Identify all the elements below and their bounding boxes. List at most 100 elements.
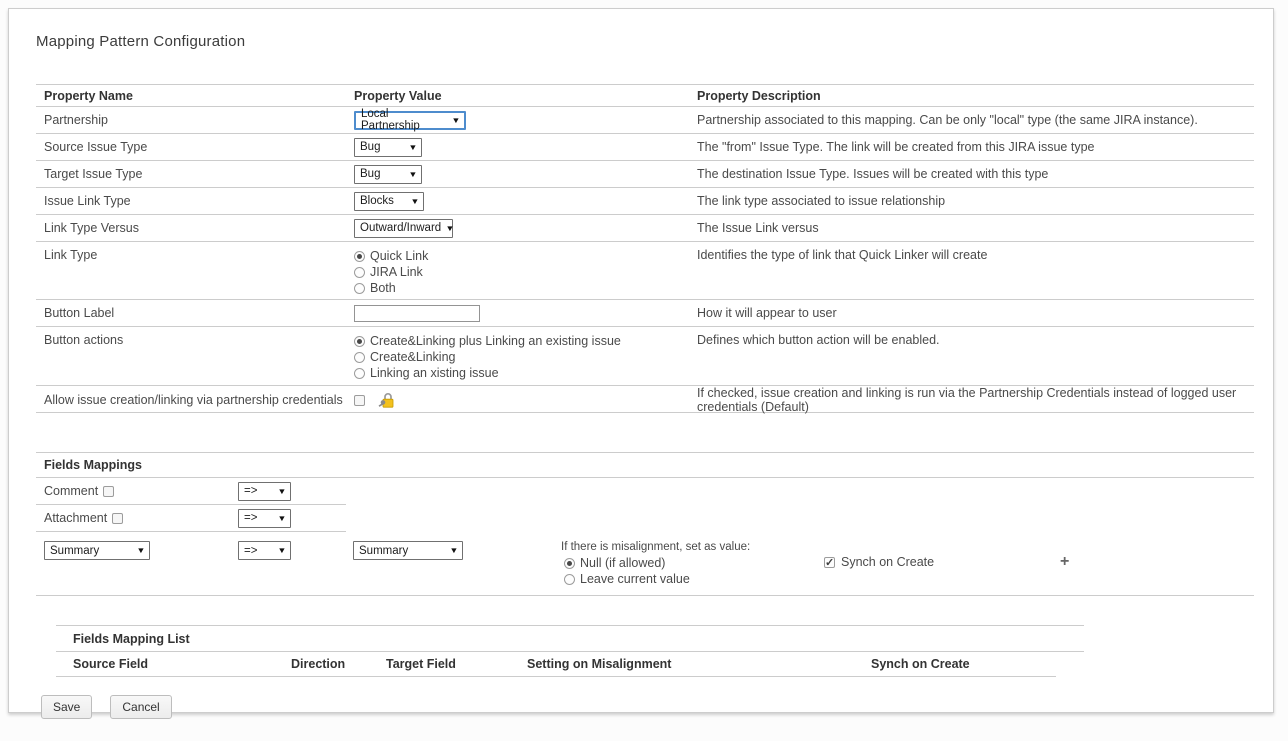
comment-direction-select[interactable]: => ▼ [238,482,291,501]
property-name: Button actions [36,327,346,385]
synch-on-create-label: Synch on Create [841,555,934,569]
radio-icon[interactable] [564,574,575,585]
target-field-select[interactable]: Summary ▼ [353,541,463,560]
col-header-target-field: Target Field [386,657,527,671]
chevron-down-icon: ▼ [410,197,419,206]
page-title: Mapping Pattern Configuration [36,33,1252,50]
property-name: Source Issue Type [36,134,346,160]
radio-label: Leave current value [580,571,690,587]
synch-on-create-checkbox[interactable] [824,557,835,568]
property-description: Defines which button action will be enab… [689,327,1254,385]
property-name: Partnership [36,107,346,133]
radio-jira-link[interactable]: JIRA Link [354,264,428,280]
radio-label: Create&Linking [370,349,455,365]
chevron-down-icon: ▼ [277,546,286,555]
radio-linking-existing-issue[interactable]: Linking an xisting issue [354,365,621,381]
chevron-down-icon: ▼ [451,116,460,125]
fields-mapping-list-table: Fields Mapping List Source Field Directi… [56,625,1084,677]
property-name: Allow issue creation/linking via partner… [36,386,346,414]
property-description: The Issue Link versus [689,215,1254,241]
action-bar: Save Cancel [41,695,1252,719]
save-button[interactable]: Save [41,695,92,719]
table-row-target-issue-type: Target Issue Type Bug ▼ The destination … [36,161,1254,188]
col-header-property-value: Property Value [346,85,689,106]
chevron-down-icon: ▼ [277,514,286,523]
partnership-select[interactable]: Local Partnership ▼ [354,111,466,130]
target-issue-type-select[interactable]: Bug ▼ [354,165,422,184]
radio-label: Quick Link [370,248,428,264]
radio-label: JIRA Link [370,264,423,280]
property-description: If checked, issue creation and linking i… [689,386,1254,414]
attachment-direction-select[interactable]: => ▼ [238,509,291,528]
misalignment-label: If there is misalignment, set as value: [561,541,824,553]
select-value: Bug [360,168,380,180]
select-value: => [244,485,257,497]
chevron-down-icon: ▼ [446,224,455,233]
properties-table: Property Name Property Value Property De… [36,84,1254,413]
attachment-label: Attachment [44,511,107,525]
radio-null-if-allowed[interactable]: Null (if allowed) [564,555,824,571]
table-row-source-issue-type: Source Issue Type Bug ▼ The "from" Issue… [36,134,1254,161]
property-name: Target Issue Type [36,161,346,187]
property-name: Button Label [36,300,346,326]
radio-icon[interactable] [354,336,365,347]
radio-create-linking[interactable]: Create&Linking [354,349,621,365]
select-value: Blocks [360,195,394,207]
col-header-setting-on-misalignment: Setting on Misalignment [527,657,871,671]
col-header-property-description: Property Description [689,85,1254,106]
fields-mapping-list-header-row: Source Field Direction Target Field Sett… [56,652,1056,677]
property-name: Link Type Versus [36,215,346,241]
radio-both[interactable]: Both [354,280,428,296]
select-value: Local Partnership [361,108,447,132]
select-value: Summary [359,545,408,557]
cancel-button[interactable]: Cancel [110,695,171,719]
custom-field-mapping-row: Summary ▼ => ▼ Summary ▼ If there is mis… [36,532,1254,596]
source-field-select[interactable]: Summary ▼ [44,541,150,560]
partnership-credentials-checkbox[interactable] [354,395,365,406]
property-description: Identifies the type of link that Quick L… [689,242,1254,299]
button-label-input[interactable] [354,305,480,322]
property-name: Link Type [36,242,346,299]
comment-mapping-row: Comment => ▼ [36,478,346,505]
property-name: Issue Link Type [36,188,346,214]
radio-label: Linking an xisting issue [370,365,499,381]
fields-mappings-title: Fields Mappings [36,453,1254,478]
property-description: The destination Issue Type. Issues will … [689,161,1254,187]
comment-checkbox[interactable] [103,486,114,497]
add-mapping-icon[interactable]: + [1060,553,1069,571]
chevron-down-icon: ▼ [408,170,417,179]
property-description: The "from" Issue Type. The link will be … [689,134,1254,160]
radio-icon[interactable] [354,251,365,262]
radio-icon[interactable] [354,368,365,379]
radio-leave-current-value[interactable]: Leave current value [564,571,824,587]
radio-icon[interactable] [564,558,575,569]
fields-mapping-list-title: Fields Mapping List [56,626,1084,652]
radio-icon[interactable] [354,283,365,294]
radio-quick-link[interactable]: Quick Link [354,248,428,264]
radio-icon[interactable] [354,267,365,278]
select-value: => [244,512,257,524]
select-value: Bug [360,141,380,153]
radio-label: Null (if allowed) [580,555,665,571]
custom-direction-select[interactable]: => ▼ [238,541,291,560]
lock-with-key-icon [378,392,396,408]
fields-mappings-section: Fields Mappings Comment => ▼ Attachment … [36,452,1254,596]
col-header-source-field: Source Field [73,657,291,671]
radio-create-linking-plus-existing[interactable]: Create&Linking plus Linking an existing … [354,333,621,349]
property-description: How it will appear to user [689,300,1254,326]
chevron-down-icon: ▼ [449,546,458,555]
properties-header-row: Property Name Property Value Property De… [36,85,1254,107]
radio-icon[interactable] [354,352,365,363]
chevron-down-icon: ▼ [408,143,417,152]
col-header-direction: Direction [291,657,386,671]
app-window: Mapping Pattern Configuration Property N… [8,8,1274,713]
radio-label: Create&Linking plus Linking an existing … [370,333,621,349]
source-issue-type-select[interactable]: Bug ▼ [354,138,422,157]
table-row-link-type-versus: Link Type Versus Outward/Inward ▼ The Is… [36,215,1254,242]
synch-on-create-option[interactable]: Synch on Create [824,555,934,569]
link-type-versus-select[interactable]: Outward/Inward ▼ [354,219,453,238]
issue-link-type-select[interactable]: Blocks ▼ [354,192,424,211]
table-row-button-label: Button Label How it will appear to user [36,300,1254,327]
radio-label: Both [370,280,396,296]
attachment-checkbox[interactable] [112,513,123,524]
